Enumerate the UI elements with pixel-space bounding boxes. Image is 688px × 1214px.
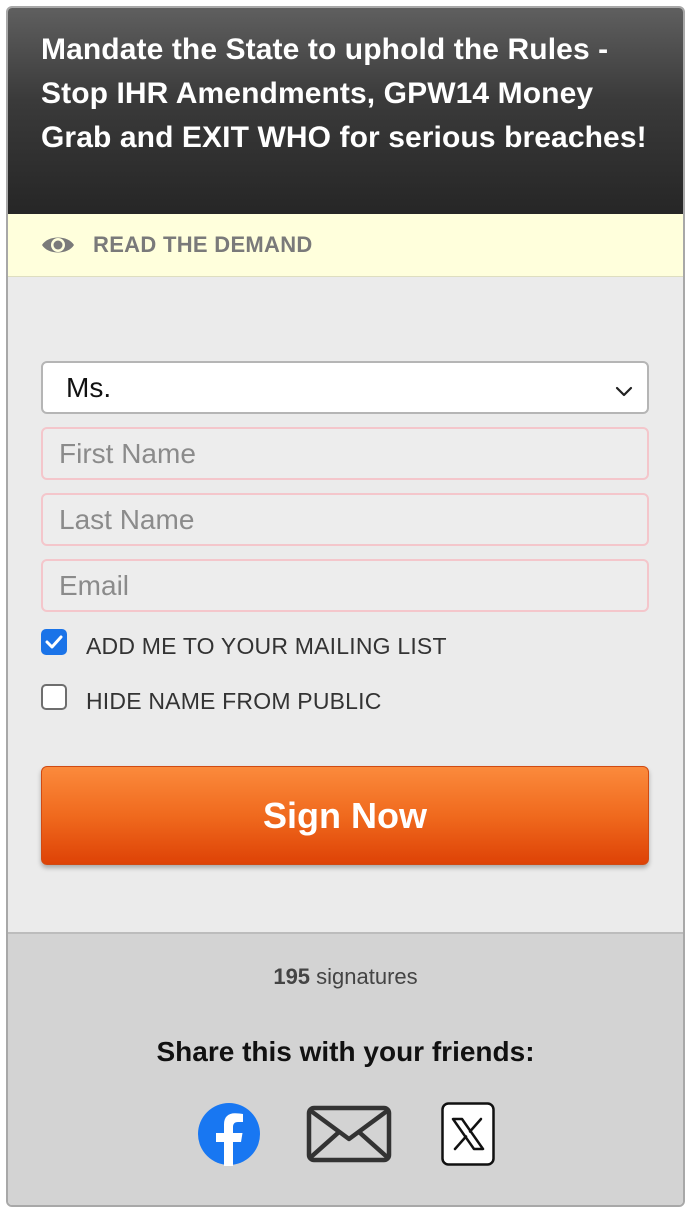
signature-count-number: 195 xyxy=(273,964,311,989)
signature-form: Ms. ADD ME TO YOUR MAILING LIST xyxy=(8,277,683,932)
hide-name-option[interactable]: HIDE NAME FROM PUBLIC xyxy=(41,680,649,722)
read-demand-link[interactable]: READ THE DEMAND xyxy=(8,214,683,277)
eye-icon xyxy=(41,233,77,257)
first-name-field[interactable] xyxy=(41,427,649,480)
first-name-input[interactable] xyxy=(59,437,647,470)
email-field[interactable] xyxy=(41,559,649,612)
hide-name-label: HIDE NAME FROM PUBLIC xyxy=(86,687,382,714)
title-select[interactable]: Ms. xyxy=(41,361,649,414)
petition-header: Mandate the State to uphold the Rules - … xyxy=(8,8,683,214)
last-name-field[interactable] xyxy=(41,493,649,546)
email-input[interactable] xyxy=(59,569,647,602)
petition-footer: 195 signatures Share this with your frie… xyxy=(8,932,683,1205)
facebook-icon[interactable] xyxy=(197,1102,261,1166)
mailing-list-label: ADD ME TO YOUR MAILING LIST xyxy=(86,632,447,659)
petition-widget: Mandate the State to uphold the Rules - … xyxy=(6,6,685,1207)
signature-count: 195 signatures xyxy=(8,934,683,990)
x-icon[interactable] xyxy=(440,1102,495,1166)
share-title: Share this with your friends: xyxy=(156,1036,535,1067)
sign-now-button[interactable]: Sign Now xyxy=(41,766,649,865)
last-name-input[interactable] xyxy=(59,503,647,536)
checkmark-icon xyxy=(45,635,63,649)
mailing-list-checkbox[interactable] xyxy=(41,629,67,655)
title-select-value: Ms. xyxy=(66,371,112,403)
share-buttons xyxy=(8,1102,683,1166)
hide-name-checkbox[interactable] xyxy=(41,684,67,710)
petition-title: Mandate the State to uphold the Rules - … xyxy=(41,33,647,154)
chevron-down-icon xyxy=(615,372,633,404)
email-icon[interactable] xyxy=(305,1104,393,1164)
mailing-list-option[interactable]: ADD ME TO YOUR MAILING LIST xyxy=(41,625,649,667)
signature-count-suffix: signatures xyxy=(310,964,418,989)
read-demand-label: READ THE DEMAND xyxy=(93,232,313,257)
